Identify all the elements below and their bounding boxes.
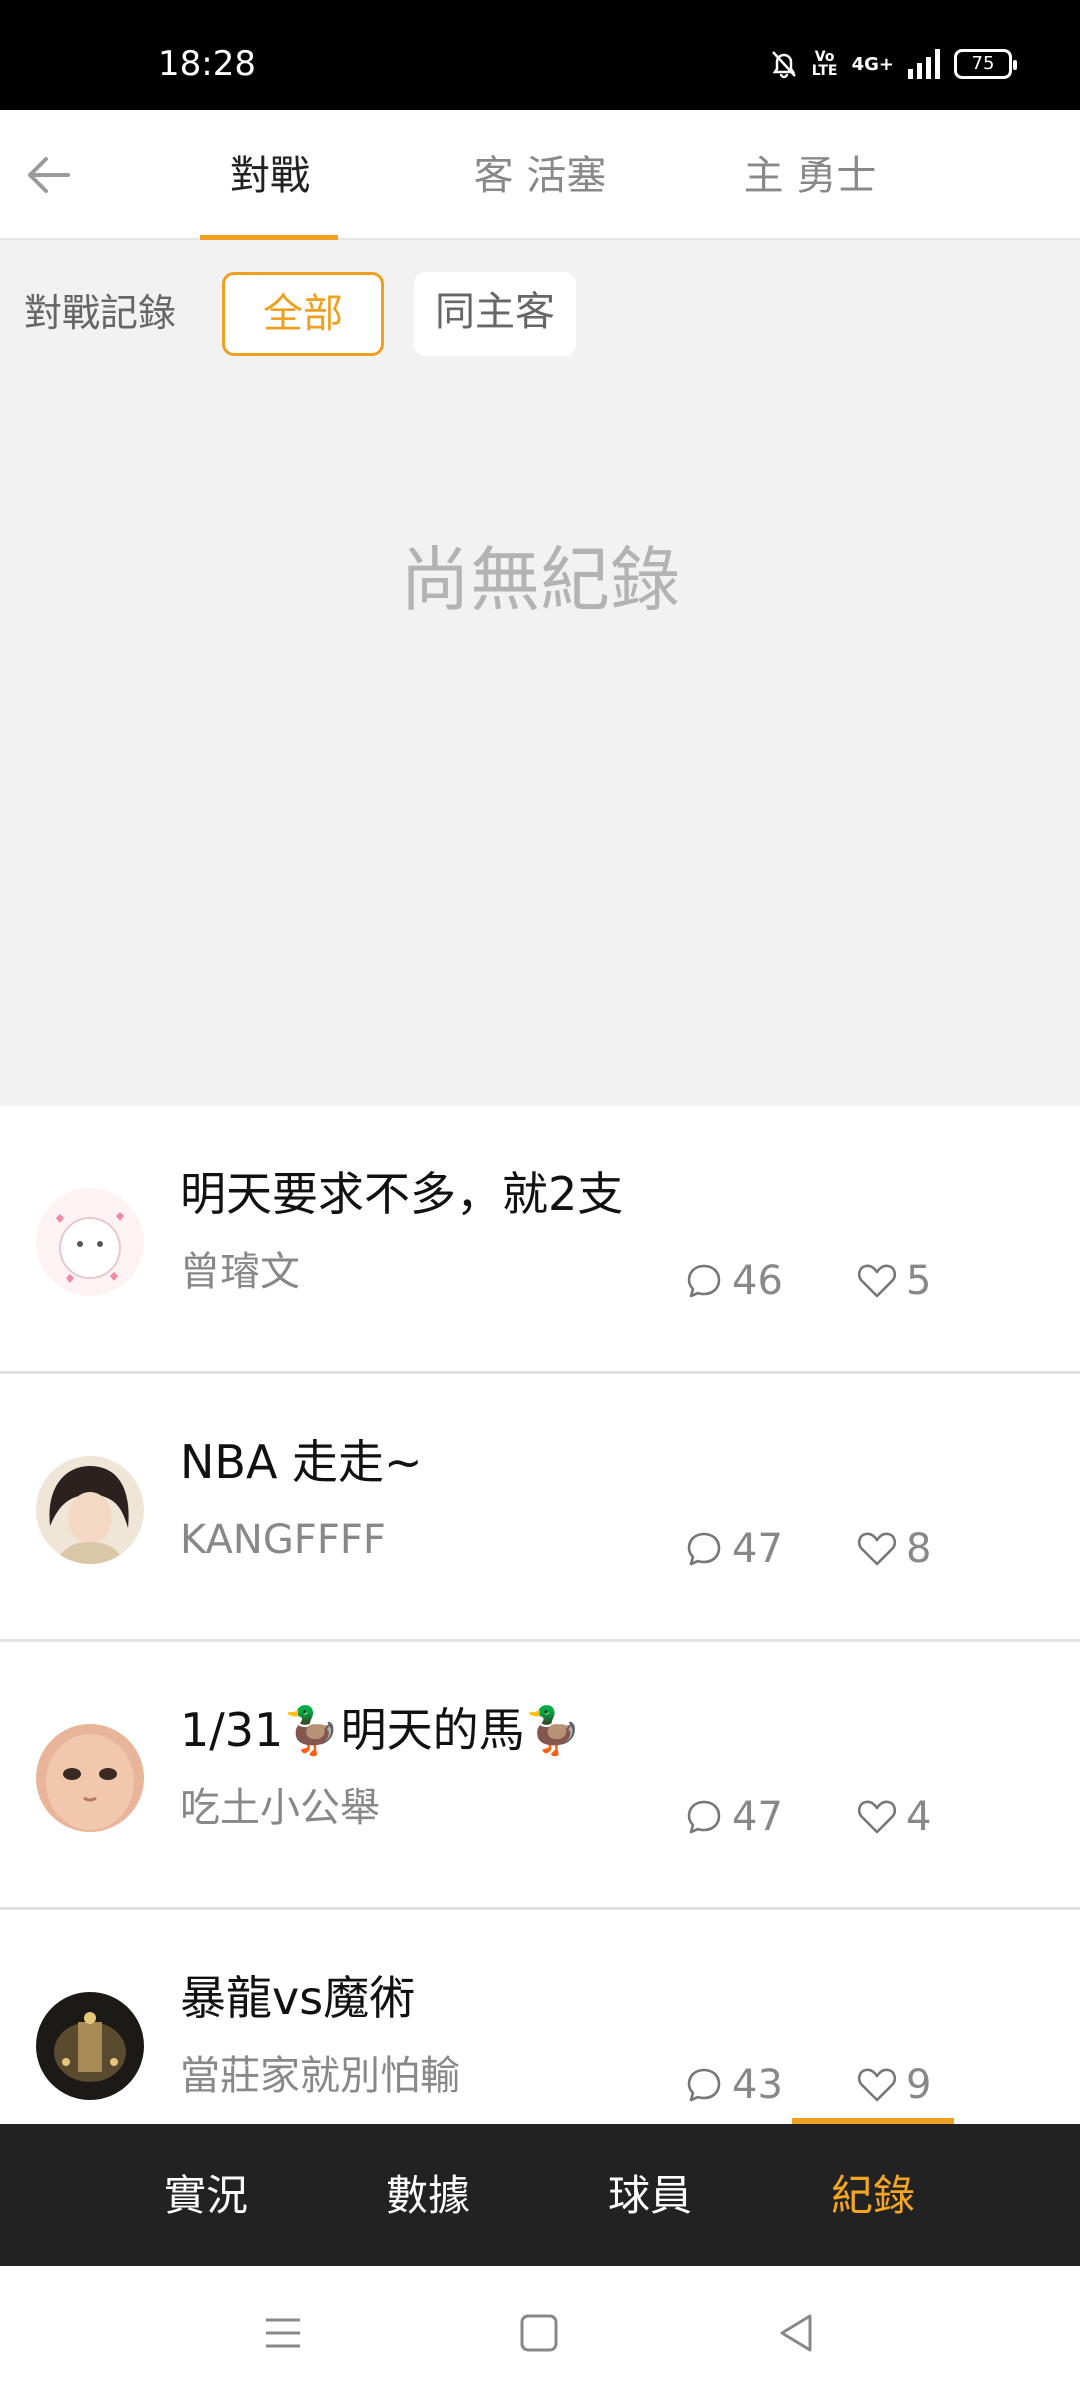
back-triangle-icon[interactable] [774, 2310, 820, 2356]
record-panel: 對戰記錄 全部 同主客 尚無紀錄 [0, 240, 1080, 1106]
volte-icon: Vo LTE [811, 49, 838, 79]
empty-state-message: 尚無紀錄 [400, 539, 680, 621]
heart-icon [857, 1800, 897, 1834]
tab-live[interactable]: 實況 [136, 2168, 276, 2224]
comment-icon [687, 1264, 721, 1298]
status-icons: Vo LTE 4G+ 75 [770, 44, 1017, 84]
tab-home-team[interactable]: 主 勇士 [710, 146, 910, 206]
post-author: 曾璿文 [180, 1249, 300, 1295]
comment-icon [687, 2068, 721, 2102]
filter-all-button[interactable]: 全部 [222, 272, 384, 356]
battery-icon: 75 [954, 49, 1017, 79]
like-count[interactable]: 4 [856, 1792, 931, 1842]
filter-label: 對戰記錄 [24, 291, 177, 335]
back-arrow-icon[interactable] [22, 148, 76, 202]
signal-icon [908, 49, 940, 79]
like-count-value: 4 [906, 1794, 932, 1840]
home-icon[interactable] [516, 2310, 562, 2356]
avatar [36, 1456, 144, 1564]
avatar [36, 1992, 144, 2100]
comment-count-value: 47 [732, 1526, 783, 1572]
heart-icon [857, 1264, 897, 1298]
post-title: NBA 走走~ [180, 1435, 423, 1489]
avatar [36, 1188, 144, 1296]
comment-count[interactable]: 43 [684, 2060, 783, 2110]
comment-count-value: 43 [732, 2062, 783, 2108]
status-time: 18:28 [158, 44, 256, 84]
post-title: 暴龍vs魔術 [180, 1971, 416, 2025]
tab-records[interactable]: 紀錄 [803, 2168, 943, 2224]
post-author: 吃土小公舉 [180, 1785, 380, 1831]
filter-same-home-away-button[interactable]: 同主客 [414, 272, 576, 356]
tab-players[interactable]: 球員 [580, 2168, 720, 2224]
mute-bell-icon [770, 49, 798, 79]
like-count[interactable]: 5 [856, 1256, 931, 1306]
comment-count[interactable]: 46 [684, 1256, 783, 1306]
post-author: KANGFFFF [180, 1517, 386, 1563]
tab-stats[interactable]: 數據 [358, 2168, 498, 2224]
bottom-tab-bar: 實況 數據 球員 紀錄 [0, 2118, 1080, 2266]
menu-icon[interactable] [260, 2310, 306, 2356]
like-count-value: 8 [906, 1526, 932, 1572]
comment-count[interactable]: 47 [684, 1792, 783, 1842]
post-title: 明天要求不多，就2支 [180, 1167, 624, 1221]
tab-matchup[interactable]: 對戰 [200, 146, 340, 206]
like-count[interactable]: 9 [856, 2060, 931, 2110]
like-count-value: 9 [906, 2062, 932, 2108]
post-item[interactable]: NBA 走走~ KANGFFFF 47 8 [0, 1374, 1080, 1642]
heart-icon [857, 1532, 897, 1566]
post-author: 當莊家就別怕輸 [180, 2053, 460, 2099]
network-type: 4G+ [851, 53, 894, 75]
heart-icon [857, 2068, 897, 2102]
system-nav-bar [0, 2266, 1080, 2400]
comment-count-value: 47 [732, 1794, 783, 1840]
tab-away-team[interactable]: 客 活塞 [440, 146, 640, 206]
like-count[interactable]: 8 [856, 1524, 931, 1574]
active-bottom-tab-indicator [792, 2118, 954, 2124]
comment-icon [687, 1800, 721, 1834]
comment-icon [687, 1532, 721, 1566]
avatar [36, 1724, 144, 1832]
comment-count-value: 46 [732, 1258, 783, 1304]
post-item[interactable]: 明天要求不多，就2支 曾璿文 46 5 [0, 1106, 1080, 1374]
post-title: 1/31🦆明天的馬🦆 [180, 1703, 582, 1757]
post-item[interactable]: 1/31🦆明天的馬🦆 吃土小公舉 47 4 [0, 1642, 1080, 1910]
top-nav: 對戰 客 活塞 主 勇士 [0, 110, 1080, 240]
like-count-value: 5 [906, 1258, 932, 1304]
comment-count[interactable]: 47 [684, 1524, 783, 1574]
status-bar: 18:28 Vo LTE 4G+ 75 [0, 0, 1080, 110]
